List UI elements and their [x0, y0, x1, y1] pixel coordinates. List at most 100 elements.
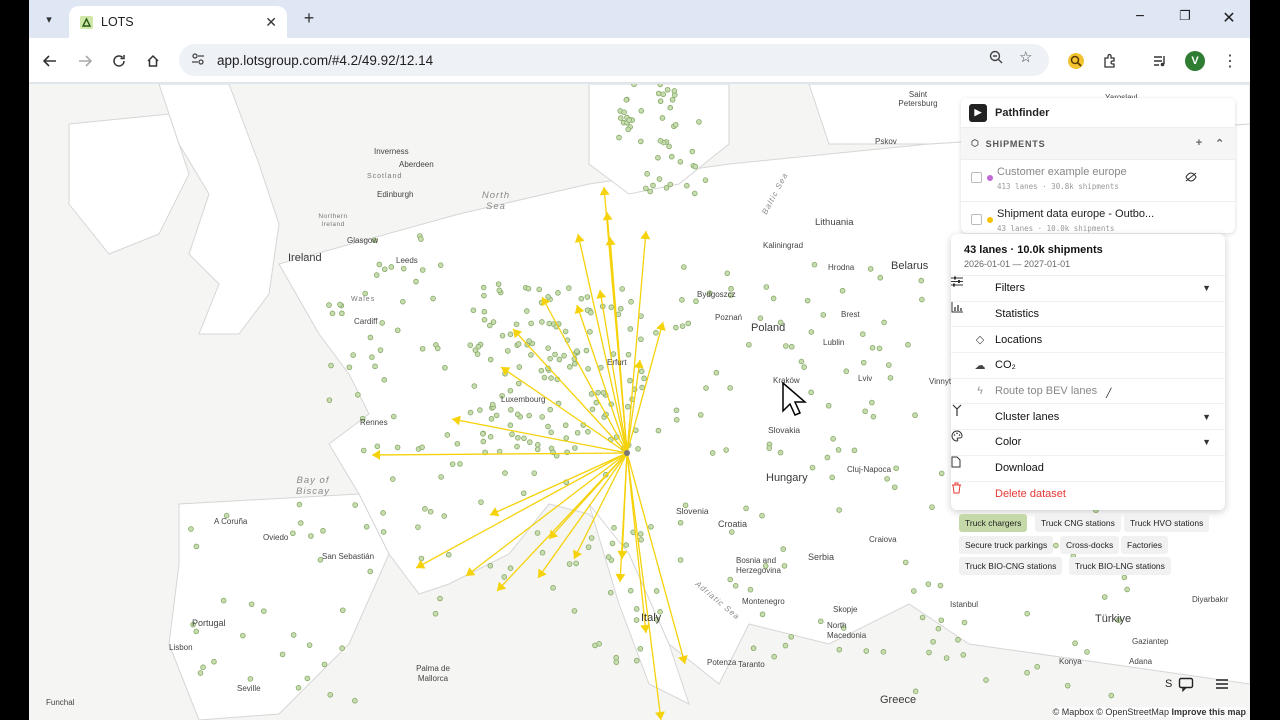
truck-charger-station[interactable] — [441, 513, 448, 519]
truck-charger-station[interactable] — [418, 236, 424, 242]
truck-charger-station[interactable] — [220, 597, 227, 604]
truck-charger-station[interactable] — [625, 403, 631, 410]
truck-charger-station[interactable] — [380, 510, 386, 516]
truck-charger-station[interactable] — [677, 557, 684, 563]
truck-charger-station[interactable] — [488, 416, 495, 422]
truck-charger-station[interactable] — [697, 412, 704, 418]
chip-truck-cng-stations[interactable]: Truck CNG stations — [1035, 514, 1121, 532]
truck-charger-station[interactable] — [886, 362, 892, 368]
truck-charger-station[interactable] — [352, 502, 359, 508]
truck-charger-station[interactable] — [379, 320, 385, 326]
truck-charger-station[interactable] — [673, 324, 679, 331]
truck-charger-station[interactable] — [493, 412, 500, 419]
chip-factories[interactable]: Factories — [1121, 536, 1168, 554]
truck-charger-station[interactable] — [419, 267, 426, 273]
truck-charger-station[interactable] — [526, 338, 532, 344]
truck-charger-station[interactable] — [516, 364, 523, 370]
truck-charger-station[interactable] — [643, 185, 649, 192]
truck-charger-station[interactable] — [197, 670, 204, 676]
truck-charger-station[interactable] — [531, 470, 538, 476]
truck-charger-station[interactable] — [373, 272, 380, 278]
truck-charger-station[interactable] — [437, 262, 444, 268]
truck-charger-station[interactable] — [1084, 649, 1090, 655]
truck-charger-station[interactable] — [541, 374, 548, 381]
truck-charger-station[interactable] — [685, 320, 692, 327]
truck-charger-station[interactable] — [585, 429, 591, 435]
truck-charger-station[interactable] — [562, 328, 569, 335]
truck-charger-station[interactable] — [836, 507, 842, 513]
truck-charger-station[interactable] — [839, 287, 846, 294]
truck-charger-station[interactable] — [884, 476, 890, 482]
menu-item-cluster-lanes[interactable]: Cluster lanes ▼ — [951, 404, 1225, 431]
truck-charger-station[interactable] — [627, 326, 634, 332]
chip-secure-truck-parkings[interactable]: Secure truck parkings — [959, 536, 1054, 554]
truck-charger-station[interactable] — [623, 542, 630, 548]
truck-charger-station[interactable] — [835, 447, 842, 453]
truck-charger-station[interactable] — [573, 560, 579, 567]
truck-charger-station[interactable] — [728, 529, 735, 535]
truck-charger-station[interactable] — [669, 96, 676, 103]
truck-charger-station[interactable] — [919, 614, 926, 621]
truck-charger-station[interactable] — [545, 345, 551, 351]
truck-charger-station[interactable] — [571, 608, 578, 614]
truck-charger-station[interactable] — [555, 290, 561, 296]
truck-charger-station[interactable] — [759, 611, 766, 618]
truck-charger-station[interactable] — [863, 648, 870, 654]
new-tab-button[interactable]: + — [299, 8, 319, 29]
truck-charger-station[interactable] — [538, 367, 545, 374]
minimize-button[interactable]: − — [1125, 8, 1155, 26]
truck-charger-station[interactable] — [938, 617, 945, 624]
truck-charger-station[interactable] — [527, 439, 533, 445]
truck-charger-station[interactable] — [702, 177, 709, 183]
truck-charger-station[interactable] — [290, 632, 297, 638]
truck-charger-station[interactable] — [514, 443, 520, 450]
truck-charger-station[interactable] — [496, 287, 503, 294]
close-window-button[interactable]: ✕ — [1214, 8, 1244, 28]
truck-charger-station[interactable] — [350, 352, 356, 358]
truck-charger-station[interactable] — [566, 561, 573, 567]
truck-charger-station[interactable] — [811, 261, 818, 268]
truck-charger-station[interactable] — [869, 399, 875, 406]
truck-charger-station[interactable] — [655, 154, 661, 161]
truck-charger-station[interactable] — [621, 109, 627, 116]
truck-charger-station[interactable] — [572, 445, 578, 451]
truck-charger-station[interactable] — [1121, 574, 1128, 581]
truck-charger-station[interactable] — [836, 646, 843, 653]
menu-item-route-top-bev-lanes[interactable]: ϟ Route top BEV lanes ╱ — [951, 379, 1225, 405]
truck-charger-station[interactable] — [507, 565, 514, 571]
truck-charger-station[interactable] — [400, 265, 407, 272]
truck-charger-station[interactable] — [1064, 682, 1071, 689]
truck-charger-station[interactable] — [507, 422, 514, 428]
truck-charger-station[interactable] — [588, 535, 595, 541]
truck-charger-station[interactable] — [546, 320, 553, 327]
truck-charger-station[interactable] — [552, 351, 558, 358]
truck-charger-station[interactable] — [298, 520, 304, 526]
truck-charger-station[interactable] — [480, 430, 486, 437]
dataset-checkbox[interactable] — [971, 172, 982, 183]
bookmark-star-icon[interactable]: ☆ — [1019, 48, 1032, 66]
truck-charger-station[interactable] — [638, 336, 644, 343]
truck-charger-station[interactable] — [825, 402, 832, 409]
truck-charger-station[interactable] — [438, 474, 444, 480]
truck-charger-station[interactable] — [574, 348, 580, 355]
truck-charger-station[interactable] — [394, 444, 401, 451]
truck-charger-station[interactable] — [935, 625, 942, 632]
truck-charger-station[interactable] — [660, 91, 667, 98]
truck-charger-station[interactable] — [696, 119, 702, 125]
truck-charger-station[interactable] — [713, 369, 720, 376]
dataset-checkbox[interactable] — [971, 214, 982, 225]
reload-button[interactable] — [107, 50, 131, 72]
truck-charger-station[interactable] — [780, 546, 787, 552]
truck-charger-station[interactable] — [596, 641, 602, 647]
tab-search-button[interactable]: ▾ — [37, 8, 61, 30]
truck-charger-station[interactable] — [515, 380, 522, 387]
truck-charger-station[interactable] — [502, 470, 508, 476]
truck-charger-station[interactable] — [528, 320, 534, 327]
truck-charger-station[interactable] — [355, 391, 361, 398]
truck-charger-station[interactable] — [496, 448, 503, 455]
truck-charger-station[interactable] — [480, 438, 487, 445]
truck-charger-station[interactable] — [329, 310, 336, 317]
truck-charger-station[interactable] — [471, 383, 478, 389]
truck-charger-station[interactable] — [668, 153, 675, 160]
truck-charger-station[interactable] — [584, 294, 591, 300]
